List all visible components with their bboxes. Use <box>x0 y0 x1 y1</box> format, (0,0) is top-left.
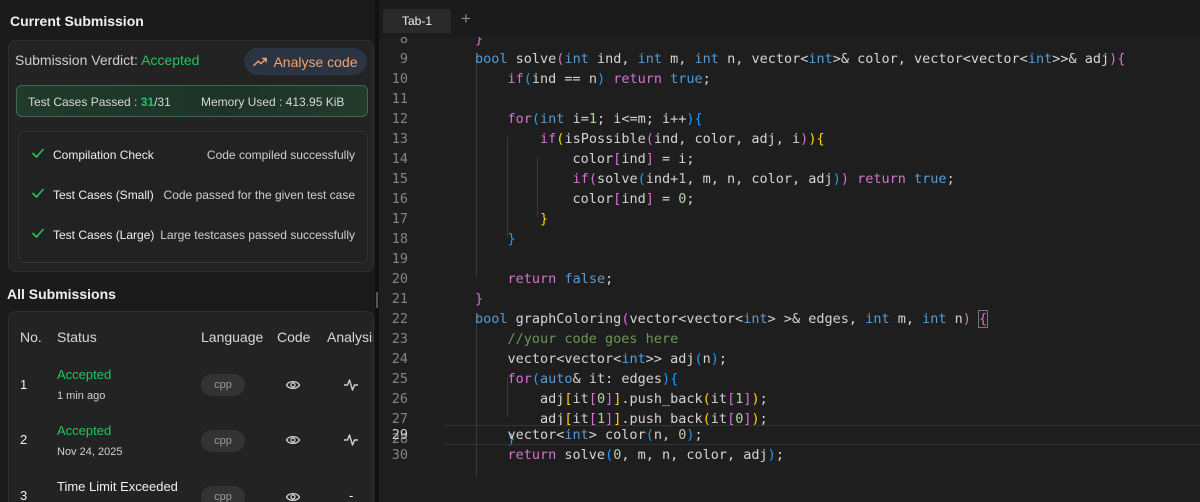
row-number: 3 <box>20 488 28 502</box>
check-name: Test Cases (Large) <box>53 228 155 242</box>
check-icon <box>32 228 44 238</box>
check-message: Code passed for the given test case <box>163 188 355 202</box>
verdict-value: Accepted <box>141 52 200 68</box>
test-cases-passed: Test Cases Passed : 31/31 <box>28 95 171 109</box>
check-icon <box>32 148 44 158</box>
row-time: 1 min ago <box>57 390 106 402</box>
verdict-label: Submission Verdict: <box>15 52 138 68</box>
header-no: No. <box>20 329 42 345</box>
row-status: Accepted <box>57 423 112 438</box>
code-editor: Tab-1 + 8} 9 bool solve(int ind, int m, i… <box>379 0 1200 502</box>
analyse-code-label: Analyse code <box>273 53 358 70</box>
row-analysis: - <box>349 488 354 502</box>
submission-verdict: Submission Verdict: Accepted <box>15 52 199 68</box>
code-line: 22 bool graphColoring(vector<vector<int> … <box>391 310 989 328</box>
code-line-active: 29 vector<int> color(n, 0); <box>391 427 703 443</box>
header-analysis: Analysis <box>327 329 374 345</box>
language-badge: cpp <box>201 486 245 502</box>
code-line: 11 <box>391 91 408 107</box>
language-badge: cpp <box>201 430 245 452</box>
eye-icon[interactable] <box>285 377 301 393</box>
header-status: Status <box>57 329 97 345</box>
tab-1[interactable]: Tab-1 <box>383 9 451 33</box>
code-line: 8} <box>399 37 484 47</box>
editor-tab-bar: Tab-1 + <box>379 0 1200 37</box>
row-number: 2 <box>20 432 28 447</box>
code-line: 23 //your code goes here <box>391 331 679 347</box>
code-line: 15 if(solve(ind+1, m, n, color, adj)) re… <box>391 171 955 187</box>
eye-icon[interactable] <box>285 489 301 502</box>
code-line: 17 } <box>391 211 549 227</box>
code-line: 21} <box>391 291 484 307</box>
code-line: 18 } <box>391 231 516 247</box>
check-icon <box>32 188 44 198</box>
memory-used: Memory Used : 413.95 KiB <box>201 95 345 109</box>
row-number: 1 <box>20 377 28 392</box>
header-code: Code <box>277 329 311 345</box>
code-line: 20 return false; <box>391 271 614 287</box>
checks-list: Compilation Check Code compiled successf… <box>18 131 368 263</box>
trending-up-icon <box>253 57 268 66</box>
eye-icon[interactable] <box>285 432 301 448</box>
row-status: Accepted <box>57 367 112 382</box>
code-line: 13 if(isPossible(ind, color, adj, i)){ <box>391 131 825 147</box>
code-line: 26 adj[it[0]].push_back(it[1]); <box>391 391 768 407</box>
test-summary-bar: Test Cases Passed : 31/31 Memory Used : … <box>16 85 368 117</box>
analyse-code-button[interactable]: Analyse code <box>244 48 367 75</box>
check-name: Compilation Check <box>53 148 154 162</box>
row-time: Nov 24, 2025 <box>57 446 123 458</box>
code-line: 25 for(auto& it: edges){ <box>391 371 679 387</box>
submissions-table: No. Status Language Code Analysis 1 Acce… <box>8 311 374 502</box>
all-submissions-title: All Submissions <box>7 286 116 302</box>
activity-icon[interactable] <box>343 377 359 393</box>
code-line: 12 for(int i=1; i<=m; i++){ <box>391 111 703 127</box>
code-line: 10 if(ind == n) return true; <box>391 71 711 87</box>
left-panel: Current Submission Submission Verdict: A… <box>0 0 375 502</box>
check-item: Test Cases (Large) Large testcases passe… <box>19 215 367 255</box>
row-status: Time Limit Exceeded <box>57 479 178 494</box>
check-item: Compilation Check Code compiled successf… <box>19 135 367 175</box>
check-name: Test Cases (Small) <box>53 188 154 202</box>
activity-icon[interactable] <box>343 432 359 448</box>
code-line: 9 bool solve(int ind, int m, int n, vecto… <box>399 51 1126 67</box>
code-area[interactable]: 8} 9 bool solve(int ind, int m, int n, ve… <box>379 37 1200 502</box>
current-submission-title: Current Submission <box>10 13 144 29</box>
code-line: 30 return solve(0, m, n, color, adj); <box>391 447 784 463</box>
code-line: 19 <box>391 251 408 267</box>
check-item: Test Cases (Small) Code passed for the g… <box>19 175 367 215</box>
resize-handle[interactable] <box>376 292 378 308</box>
code-line: 16 color[ind] = 0; <box>391 191 695 207</box>
check-message: Large testcases passed successfully <box>160 228 355 242</box>
header-language: Language <box>201 329 264 345</box>
check-message: Code compiled successfully <box>206 148 355 162</box>
add-tab-icon[interactable]: + <box>461 9 471 29</box>
language-badge: cpp <box>201 374 245 396</box>
code-line: 14 color[ind] = i; <box>391 151 695 167</box>
code-line: 24 vector<vector<int>> adj(n); <box>391 351 728 367</box>
